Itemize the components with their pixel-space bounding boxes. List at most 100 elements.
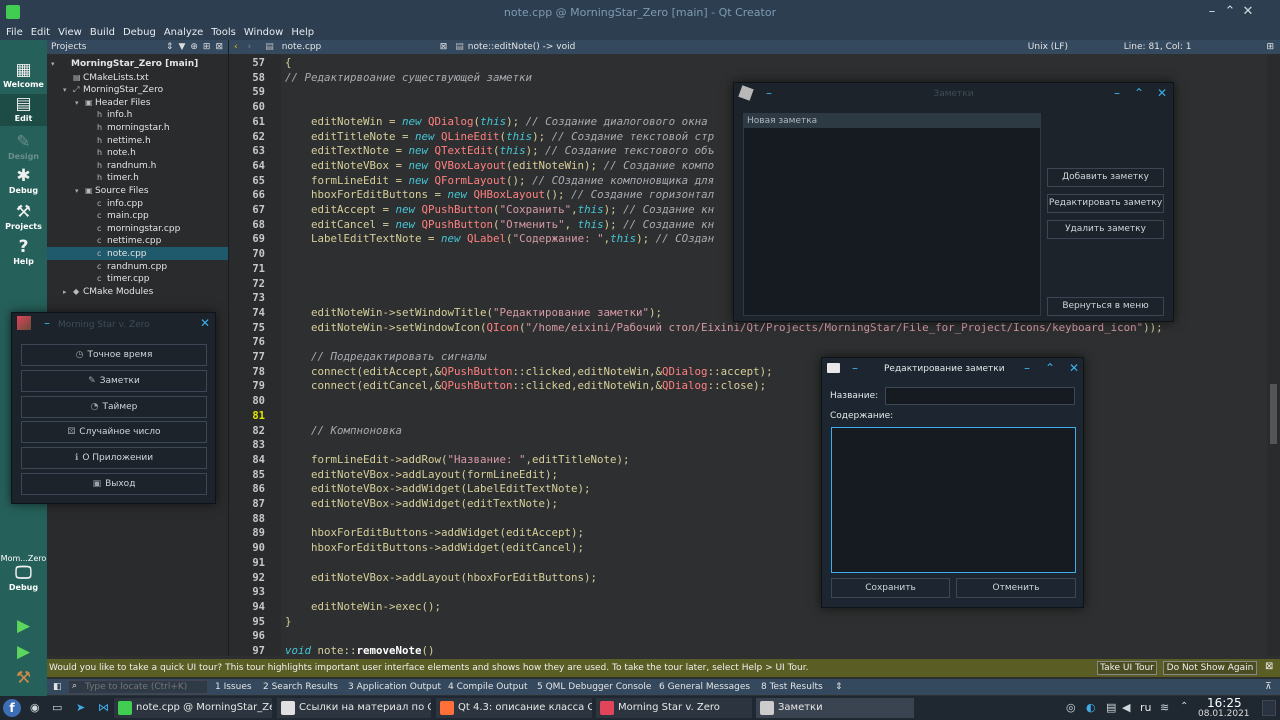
mode-welcome[interactable]: ▦ Welcome <box>0 60 47 92</box>
code-line[interactable]: editNoteWin->setWindowIcon(QIcon("/home/… <box>285 321 1163 336</box>
run-button[interactable]: ▶ <box>0 616 47 638</box>
take-tour-button[interactable]: Take UI Tour <box>1097 661 1157 675</box>
tree-item[interactable]: h morningstar.h <box>47 121 228 134</box>
pane-qml-debugger[interactable]: 5 QML Debugger Console <box>537 682 651 692</box>
expand-arrow-icon[interactable]: ▸ <box>63 286 73 299</box>
expand-arrow-icon[interactable]: ▾ <box>51 58 61 71</box>
tree-item[interactable]: c nettime.cpp <box>47 234 228 247</box>
menu-button[interactable]: ✎ Заметки <box>21 369 207 392</box>
more-panes-icon[interactable]: ⇕ <box>835 682 843 692</box>
minimize-icon[interactable]: – <box>1204 4 1220 19</box>
close-tour-icon[interactable]: ⊠ <box>1265 661 1273 672</box>
menu-view[interactable]: View <box>58 27 82 38</box>
mode-debug[interactable]: ✱ Debug <box>0 166 47 198</box>
code-line[interactable]: editNoteVBox->addWidget(editTextNote); <box>285 497 558 512</box>
menu-button[interactable]: ◷ Точное время <box>21 344 207 366</box>
discord-icon[interactable]: ◉ <box>30 701 40 714</box>
tree-item[interactable]: c morningstar.cpp <box>47 222 228 235</box>
menu-button[interactable]: ▣ Выход <box>21 473 207 495</box>
notes-list-item[interactable]: Новая заметка <box>744 114 1040 128</box>
menu-file[interactable]: File <box>6 27 23 38</box>
code-line[interactable]: hboxForEditButtons->addWidget(editCancel… <box>285 541 584 556</box>
cancel-button[interactable]: Отменить <box>956 578 1076 598</box>
tree-item[interactable]: h info.h <box>47 108 228 121</box>
save-button[interactable]: Сохранить <box>831 578 950 598</box>
tree-item[interactable]: c note.cpp <box>47 247 228 260</box>
menu-edit[interactable]: Edit <box>31 27 50 38</box>
dialog-pin-icon[interactable]: – <box>848 361 862 375</box>
code-line[interactable]: void note::removeNote() <box>285 644 435 656</box>
code-line[interactable]: editNoteVBox->addWidget(LabelEditTextNot… <box>285 482 591 497</box>
line-ending-combo[interactable]: Unix (LF) <box>1028 42 1120 52</box>
network-tray-icon[interactable]: ≋ <box>1160 701 1169 714</box>
toggle-sidebar-icon[interactable]: ◧ <box>53 682 62 692</box>
updates-tray-icon[interactable]: ◐ <box>1086 701 1096 714</box>
clock-time[interactable]: 16:25 <box>1207 696 1242 710</box>
code-line[interactable]: { <box>285 56 292 71</box>
code-line[interactable]: editNoteVBox->addLayout(hboxForEditButto… <box>285 571 597 586</box>
tree-item[interactable]: ▤ CMakeLists.txt <box>47 71 228 84</box>
tree-item[interactable]: ▾ ⤢ MorningStar_Zero <box>47 83 228 96</box>
code-line[interactable]: editTitleNote = new QLineEdit(this); // … <box>285 130 714 145</box>
menu-analyze[interactable]: Analyze <box>164 27 203 38</box>
ms-pin-icon[interactable]: – <box>40 316 54 330</box>
mode-design[interactable]: ✎ Design <box>0 132 47 164</box>
code-line[interactable]: editCancel = new QPushButton("Отменить",… <box>285 218 714 233</box>
menu-debug[interactable]: Debug <box>123 27 156 38</box>
code-line[interactable]: editNoteVBox->addLayout(formLineEdit); <box>285 468 558 483</box>
dialog-close-icon[interactable]: ✕ <box>1067 361 1081 375</box>
tree-item[interactable]: c main.cpp <box>47 209 228 222</box>
delete-note-button[interactable]: Удалить заметку <box>1047 220 1164 239</box>
locator-box[interactable]: ⌕ <box>68 680 208 694</box>
tree-item[interactable]: ▾ ▣ Source Files <box>47 184 228 197</box>
tree-item[interactable]: ▾ ▣ Header Files <box>47 96 228 109</box>
code-line[interactable]: editNoteWin->exec(); <box>285 600 441 615</box>
taskbar-task[interactable]: Qt 4.3: описание класса QS... <box>436 698 592 718</box>
menu-window[interactable]: Window <box>244 27 283 38</box>
taskbar-task[interactable]: Ссылки на материал по Qt ... <box>277 698 431 718</box>
split-editor-icon[interactable]: ⊞ <box>1266 42 1274 52</box>
code-line[interactable]: editAccept = new QPushButton("Сохранить"… <box>285 203 714 218</box>
menu-help[interactable]: Help <box>291 27 314 38</box>
symbol-combo[interactable]: note::editNote() -> void <box>468 42 1028 52</box>
code-line[interactable]: formLineEdit->addRow("Название: ",editTi… <box>285 453 630 468</box>
language-indicator[interactable]: ru <box>1140 701 1152 714</box>
tree-item[interactable]: c info.cpp <box>47 197 228 210</box>
tree-item[interactable]: h randnum.h <box>47 159 228 172</box>
pane-compile-output[interactable]: 4 Compile Output <box>448 682 528 692</box>
tree-item[interactable]: h nettime.h <box>47 134 228 147</box>
locator-input[interactable] <box>85 681 205 693</box>
tree-item[interactable]: c randnum.cpp <box>47 260 228 273</box>
menu-button[interactable]: ⚄ Случайное число <box>21 421 207 444</box>
close-icon[interactable]: ✕ <box>1240 4 1256 19</box>
close-panel-icon[interactable]: ⊠ <box>215 42 223 52</box>
sort-icon[interactable]: ⇕ <box>166 42 174 52</box>
tree-item[interactable]: ▸ ◆ CMake Modules <box>47 285 228 298</box>
menu-button[interactable]: ℹО Приложении <box>21 447 207 470</box>
code-line[interactable]: // Редактирвоание существующей заметки <box>285 71 532 86</box>
pane-application-output[interactable]: 3 Application Output <box>348 682 441 692</box>
title-input[interactable] <box>885 387 1075 405</box>
content-textarea[interactable] <box>831 427 1076 573</box>
taskbar-task[interactable]: Morning Star v. Zero <box>596 698 752 718</box>
clock-date[interactable]: 08.01.2021 <box>1198 709 1250 719</box>
tree-item[interactable]: c timer.cpp <box>47 272 228 285</box>
mode-help[interactable]: ? Help <box>0 237 47 269</box>
filter-icon[interactable]: ▼ <box>178 42 185 52</box>
menu-tools[interactable]: Tools <box>211 27 236 38</box>
volume-tray-icon[interactable]: ◀ <box>1122 701 1130 714</box>
code-line[interactable]: editTextNote = new QTextEdit(this); // С… <box>285 144 714 159</box>
menu-button[interactable]: ◔ Таймер <box>21 395 207 418</box>
code-line[interactable]: formLineEdit = new QFormLayout(); // COз… <box>285 174 714 189</box>
clipboard-tray-icon[interactable]: ▤ <box>1106 701 1116 714</box>
taskbar-task[interactable]: note.cpp @ MorningStar_Zer... <box>114 698 272 718</box>
code-line[interactable]: hboxForEditButtons->addWidget(editAccept… <box>285 526 584 541</box>
mode-edit[interactable]: ▤ Edit <box>0 94 47 126</box>
code-line[interactable]: // Компноновка <box>285 424 402 439</box>
code-line[interactable]: editNoteWin->setWindowTitle("Редактирова… <box>285 306 662 321</box>
edit-note-button[interactable]: Редактировать заметку <box>1047 194 1164 213</box>
dismiss-tour-button[interactable]: Do Not Show Again <box>1163 661 1257 675</box>
vscode-icon[interactable]: ⋈ <box>98 701 109 714</box>
tree-item[interactable]: ▾ MorningStar_Zero [main] <box>47 58 228 71</box>
maximize-output-icon[interactable]: ⊼ <box>1265 682 1272 692</box>
